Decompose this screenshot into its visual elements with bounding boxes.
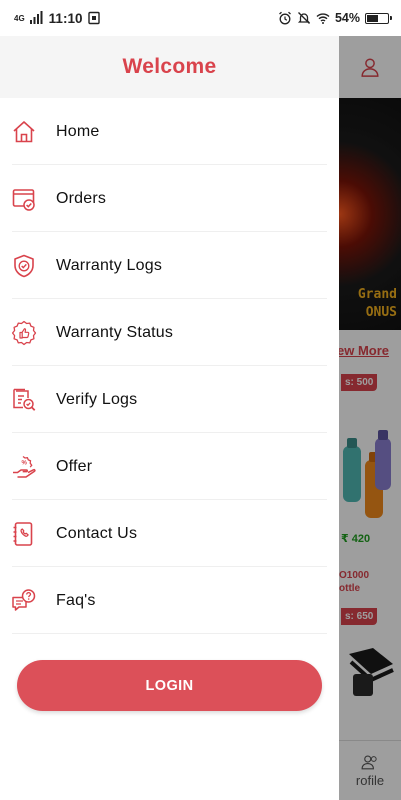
home-icon [11,119,37,145]
shield-check-icon [11,253,37,279]
menu-item-contact-us[interactable]: Contact Us [0,500,339,567]
menu-label: Verify Logs [56,390,138,408]
phone-book-icon [11,521,37,547]
status-bar: 4G 11:10 54% [0,0,401,36]
network-type: 4G [14,13,25,23]
battery-percent: 54% [334,11,360,25]
signal-icon [29,11,43,24]
drawer-scrim[interactable] [339,36,401,800]
battery-level-fill [367,14,378,22]
menu-label: Contact Us [56,524,138,542]
notifications-off-icon [297,12,311,24]
faq-chat-icon [11,588,37,614]
drawer-title: Welcome [122,55,217,78]
alarm-icon [279,11,291,25]
menu-label: Warranty Status [56,323,174,341]
status-time: 11:10 [48,10,83,26]
screenshot-icon [88,11,101,25]
menu-item-verify-logs[interactable]: Verify Logs [0,366,339,433]
menu-item-offer[interactable]: % Offer [0,433,339,500]
menu-label: Orders [56,189,107,207]
menu-label: Warranty Logs [56,256,163,274]
menu-label: Home [56,122,100,140]
status-left: 4G 11:10 [14,11,101,26]
menu-item-orders[interactable]: Orders [0,165,339,232]
menu-item-warranty-logs[interactable]: Warranty Logs [0,232,339,299]
menu-item-home[interactable]: Home [0,98,339,165]
verify-document-icon [11,387,37,413]
svg-text:%: % [22,460,28,466]
menu-item-warranty-status[interactable]: Warranty Status [0,299,339,366]
offer-hand-icon: % [11,454,37,480]
battery-icon [365,12,392,24]
navigation-drawer: Welcome Home Orders Warranty Logs Warran… [0,0,339,800]
drawer-menu: Home Orders Warranty Logs Warranty Statu… [0,98,339,634]
login-button[interactable]: LOGIN [17,660,322,711]
orders-icon [11,186,37,212]
wifi-icon [316,13,330,24]
menu-label: Faq's [56,591,96,609]
menu-label: Offer [56,457,93,475]
badge-thumb-icon [11,320,37,346]
menu-item-faqs[interactable]: Faq's [0,567,339,634]
drawer-header: Welcome [0,36,339,98]
status-right: 54% [278,11,392,25]
